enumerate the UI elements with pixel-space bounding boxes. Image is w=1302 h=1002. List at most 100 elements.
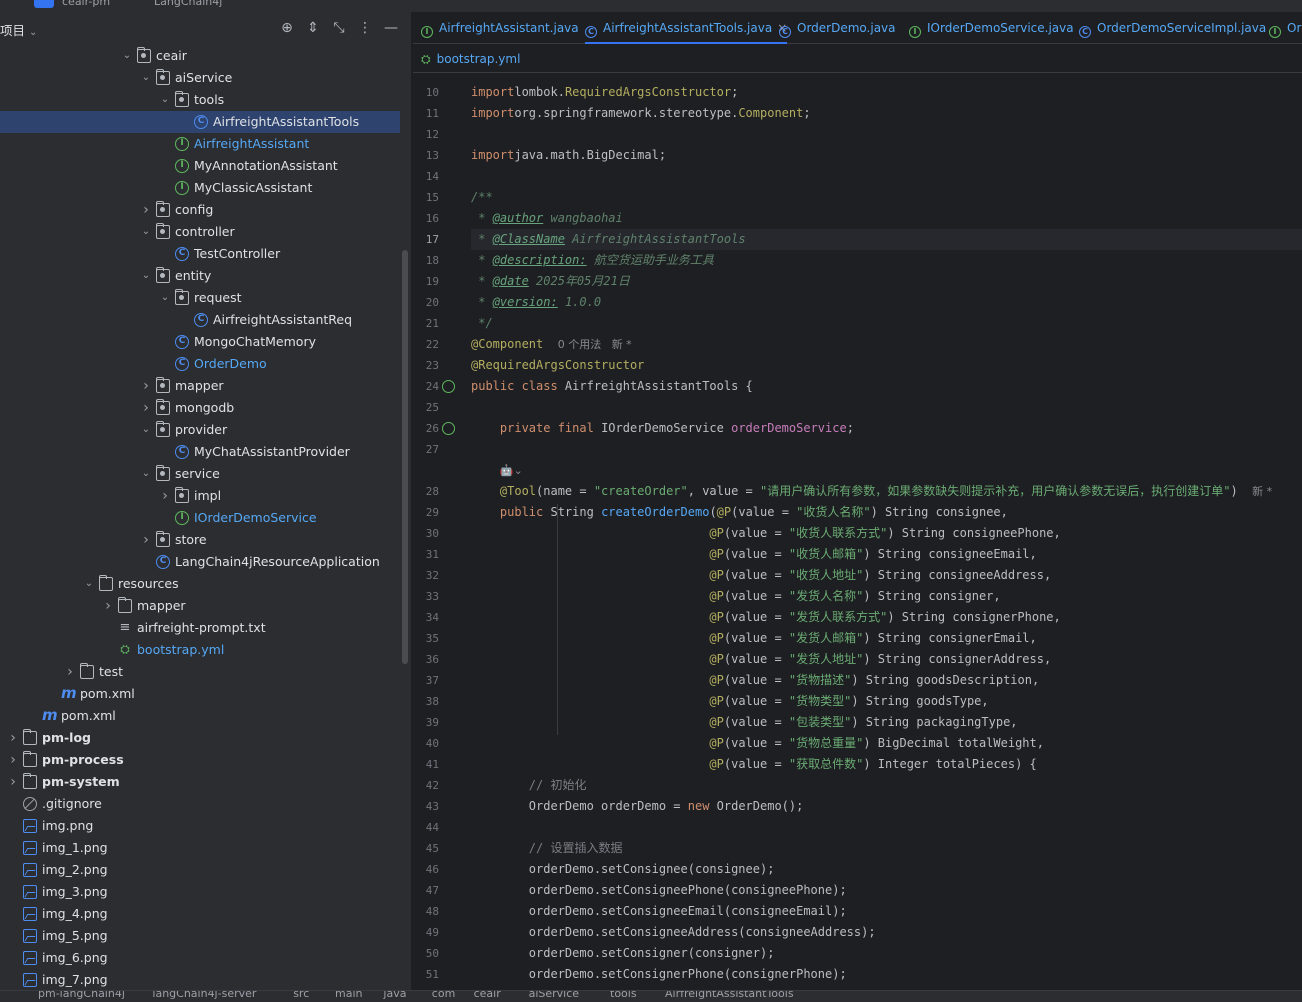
chevron-down-icon[interactable]: ⌄ <box>83 573 95 595</box>
tree-item[interactable]: I IOrderDemoService <box>0 507 400 529</box>
chevron-right-icon[interactable]: › <box>159 485 171 507</box>
tree-item[interactable]: .gitignore <box>0 793 400 815</box>
code-line[interactable]: orderDemo.setConsigneePhone(consigneePho… <box>471 880 1302 901</box>
code-line[interactable]: @P(value = "发货人名称") String consigner, <box>471 586 1302 607</box>
breadcrumb-item[interactable]: com <box>432 991 456 1000</box>
chevron-down-icon[interactable]: ⌄ <box>121 45 133 67</box>
code-line[interactable]: // 初始化 <box>471 775 1302 796</box>
project-scrollbar[interactable] <box>402 250 408 664</box>
code-line[interactable]: * @date 2025年05月21日 <box>471 271 1302 292</box>
breadcrumb-item[interactable]: AirfreightAssistantTools <box>665 991 794 1000</box>
breadcrumb-item[interactable]: pm-langChain4j <box>38 991 125 1000</box>
tree-item[interactable]: I AirfreightAssistant <box>0 133 400 155</box>
chevron-right-icon[interactable]: › <box>140 397 152 419</box>
tree-item[interactable]: › impl <box>0 485 400 507</box>
project-panel-title[interactable]: 项目 ⌄ <box>0 20 37 39</box>
tree-item[interactable]: ≡ airfreight-prompt.txt <box>0 617 400 639</box>
editor-tab[interactable]: C OrderDemoServiceImpl.java <box>1079 12 1266 44</box>
code-line[interactable]: * @ClassName AirfreightAssistantTools <box>471 229 1302 250</box>
code-line[interactable] <box>471 817 1302 838</box>
code-line[interactable]: @P(value = "发货人联系方式") String consignerPh… <box>471 607 1302 628</box>
code-line[interactable]: orderDemo.setConsigneeAddress(consigneeA… <box>471 922 1302 943</box>
tree-item[interactable]: img_7.png <box>0 969 400 990</box>
breadcrumb-item[interactable]: java <box>383 991 406 1000</box>
tree-item[interactable]: › mapper <box>0 375 400 397</box>
code-line[interactable]: @P(value = "发货人地址") String consignerAddr… <box>471 649 1302 670</box>
code-line[interactable]: @P(value = "收货人联系方式") String consigneePh… <box>471 523 1302 544</box>
tree-item[interactable]: › mongodb <box>0 397 400 419</box>
chevron-right-icon[interactable]: › <box>140 375 152 397</box>
breadcrumb-item[interactable]: aiService <box>529 991 579 1000</box>
code-line[interactable]: importorg.springframework.stereotype.Com… <box>471 103 1302 124</box>
code-line[interactable]: importlombok.RequiredArgsConstructor; <box>471 82 1302 103</box>
code-line[interactable]: orderDemo.setConsignee(consignee); <box>471 859 1302 880</box>
tree-item[interactable]: C MyChatAssistantProvider <box>0 441 400 463</box>
tree-item[interactable]: C MongoChatMemory <box>0 331 400 353</box>
tree-item[interactable]: ⌄ provider <box>0 419 400 441</box>
tree-item[interactable]: img_5.png <box>0 925 400 947</box>
spring-bean-gutter-icon[interactable] <box>442 380 455 393</box>
chevron-right-icon[interactable]: › <box>7 771 19 793</box>
editor-tab[interactable]: I AirfreightAssistant.java <box>421 12 579 44</box>
tree-item[interactable]: ⌄ entity <box>0 265 400 287</box>
locate-icon[interactable]: ⊕ <box>278 19 296 37</box>
code-line[interactable]: orderDemo.setConsigner(consigner); <box>471 943 1302 964</box>
code-line[interactable]: public class AirfreightAssistantTools { <box>471 376 1302 397</box>
chevron-right-icon[interactable]: › <box>64 661 76 683</box>
code-line[interactable] <box>471 166 1302 187</box>
code-line[interactable]: * @version: 1.0.0 <box>471 292 1302 313</box>
tree-item[interactable]: img.png <box>0 815 400 837</box>
tree-item[interactable]: I MyAnnotationAssistant <box>0 155 400 177</box>
more-options-icon[interactable]: ⋮ <box>356 19 374 37</box>
tree-item[interactable]: C AirfreightAssistantTools <box>0 111 400 133</box>
code-line[interactable]: 🤖⌄ <box>471 460 1302 481</box>
tree-item[interactable]: › test <box>0 661 400 683</box>
tree-item[interactable]: › store <box>0 529 400 551</box>
code-line[interactable]: @P(value = "收货人地址") String consigneeAddr… <box>471 565 1302 586</box>
tree-item[interactable]: C LangChain4jResourceApplication <box>0 551 400 573</box>
code-line[interactable]: // 设置插入数据 <box>471 838 1302 859</box>
breadcrumb-item[interactable]: tools <box>610 991 637 1000</box>
editor-tab[interactable]: I IOrderDemoService.java <box>909 12 1074 44</box>
code-line[interactable]: * @description: 航空货运助手业务工具 <box>471 250 1302 271</box>
tree-item[interactable]: img_2.png <box>0 859 400 881</box>
code-line[interactable]: @P(value = "收货人邮箱") String consigneeEmai… <box>471 544 1302 565</box>
code-line[interactable]: */ <box>471 313 1302 334</box>
minimize-icon[interactable]: — <box>382 19 400 37</box>
code-line[interactable]: OrderDemo orderDemo = new OrderDemo(); <box>471 796 1302 817</box>
expand-all-icon[interactable]: ⇕ <box>304 19 322 37</box>
tree-item[interactable]: ⌄ ceair <box>0 45 400 67</box>
tree-item[interactable]: img_4.png <box>0 903 400 925</box>
code-line[interactable] <box>471 439 1302 460</box>
project-badge[interactable] <box>34 0 54 8</box>
code-line[interactable]: @Component 0 个用法 新 * <box>471 334 1302 355</box>
tree-item[interactable]: ⌄ resources <box>0 573 400 595</box>
editor-tab[interactable]: C OrderDemo.java <box>779 12 896 44</box>
code-line[interactable]: importjava.math.BigDecimal; <box>471 145 1302 166</box>
chevron-down-icon[interactable]: ⌄ <box>140 265 152 287</box>
tree-item[interactable]: m pom.xml <box>0 683 400 705</box>
code-line[interactable] <box>471 124 1302 145</box>
chevron-down-icon[interactable]: ⌄ <box>140 221 152 243</box>
tree-item[interactable]: ⌄ aiService <box>0 67 400 89</box>
chevron-right-icon[interactable]: › <box>140 529 152 551</box>
code-line[interactable]: @P(value = "货物类型") String goodsType, <box>471 691 1302 712</box>
tab-bootstrap-yml[interactable]: ⛭ bootstrap.yml <box>421 45 520 73</box>
tree-item[interactable]: img_3.png <box>0 881 400 903</box>
tree-item[interactable]: ⌄ service <box>0 463 400 485</box>
chevron-right-icon[interactable]: › <box>7 727 19 749</box>
breadcrumb-item[interactable]: main <box>335 991 362 1000</box>
tree-item[interactable]: m pom.xml <box>0 705 400 727</box>
code-line[interactable]: @P(value = "获取总件数") Integer totalPieces)… <box>471 754 1302 775</box>
tree-item[interactable]: › pm-process <box>0 749 400 771</box>
chevron-down-icon[interactable]: ⌄ <box>159 89 171 111</box>
editor-tab[interactable]: I Or <box>1269 12 1301 44</box>
tree-item[interactable]: ⛭ bootstrap.yml <box>0 639 400 661</box>
chevron-right-icon[interactable]: › <box>140 199 152 221</box>
tree-item[interactable]: I MyClassicAssistant <box>0 177 400 199</box>
tree-item[interactable]: ⌄ request <box>0 287 400 309</box>
code-line[interactable]: private final IOrderDemoService orderDem… <box>471 418 1302 439</box>
breadcrumb-item[interactable]: ceair <box>474 991 501 1000</box>
chevron-down-icon[interactable]: ⌄ <box>140 419 152 441</box>
tree-item[interactable]: ⌄ tools <box>0 89 400 111</box>
